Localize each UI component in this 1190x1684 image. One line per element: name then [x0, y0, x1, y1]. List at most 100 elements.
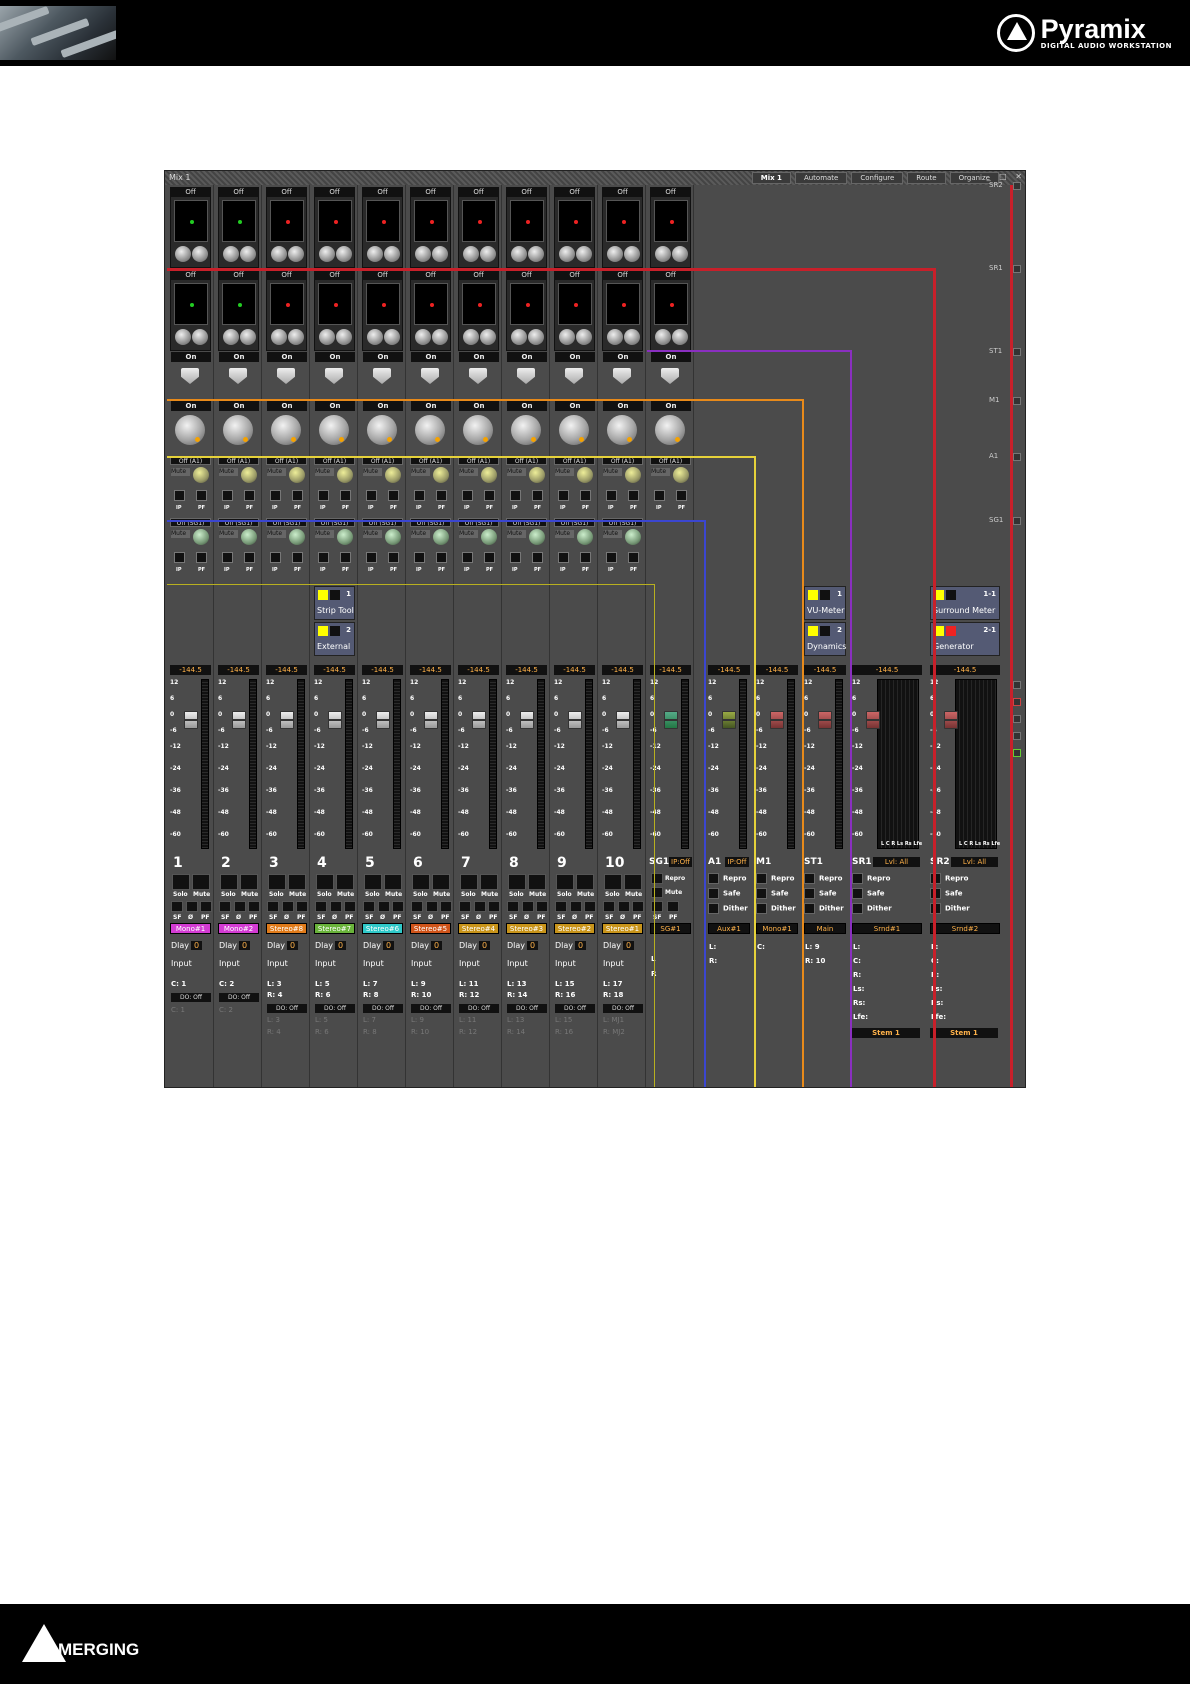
send-knob[interactable] [367, 246, 383, 262]
menu-item-configure[interactable]: Configure [851, 172, 904, 184]
level-all-badge[interactable]: Lvl: All [873, 857, 920, 867]
volume-fader[interactable] [520, 711, 534, 729]
volume-fader[interactable] [866, 711, 880, 729]
aux-pf-button[interactable] [676, 490, 687, 501]
aux-mute-label[interactable]: Mute [219, 530, 238, 538]
volume-fader[interactable] [664, 711, 678, 729]
mono-send-knob[interactable] [175, 415, 205, 445]
aux-mute-label[interactable]: Mute [651, 468, 670, 476]
insert-bypass-icon[interactable] [820, 626, 830, 636]
surround-panner[interactable] [558, 200, 592, 242]
aux-mute-label[interactable]: Mute [459, 530, 478, 538]
aux-send-knob[interactable] [481, 467, 497, 483]
stereo-send-on-label[interactable]: On [507, 352, 547, 362]
mono-send-knob[interactable] [655, 415, 685, 445]
delay-control[interactable]: Dlay 0 [219, 941, 251, 950]
aux-ip-button[interactable] [318, 490, 329, 501]
bus-option-repro[interactable]: Repro [852, 873, 890, 884]
send-knob[interactable] [672, 329, 688, 345]
input-assign[interactable]: R: 4 [267, 991, 283, 999]
aux-ip-button[interactable] [558, 490, 569, 501]
stem-badge[interactable]: Stem 1 [852, 1028, 920, 1038]
input-assign[interactable]: C: 1 [171, 980, 186, 988]
aux-pf-button[interactable] [292, 490, 303, 501]
insert-active-icon[interactable] [318, 626, 328, 636]
option-checkbox[interactable] [756, 888, 767, 899]
aux-send-knob[interactable] [241, 467, 257, 483]
direct-out-label[interactable]: DO: Off [315, 1004, 355, 1013]
stereo-send-on-label[interactable]: On [363, 352, 403, 362]
level-all-badge[interactable]: Lvl: All [951, 857, 998, 867]
bus-output-assign[interactable]: R: [709, 957, 717, 965]
surround-panner[interactable] [174, 200, 208, 242]
option-checkbox[interactable] [708, 888, 719, 899]
surround-panner[interactable] [318, 200, 352, 242]
send-state-label[interactable]: Off [171, 271, 210, 280]
input-assign[interactable]: R: 18 [603, 991, 623, 999]
bus-option-dither[interactable]: Dither [852, 903, 892, 914]
solo-button[interactable] [220, 874, 238, 890]
insert-slot[interactable]: 2 External [314, 622, 355, 656]
send-knob[interactable] [415, 329, 431, 345]
channel-name-badge[interactable]: Mono#1 [170, 923, 211, 934]
insert-slot[interactable]: 1-1 Surround Meter [930, 586, 1000, 620]
mute-button[interactable] [240, 874, 258, 890]
delay-value[interactable]: 0 [287, 941, 299, 950]
surround-panner[interactable] [270, 283, 304, 325]
ip-off-badge[interactable]: IP:Off [669, 857, 692, 867]
send-state-label[interactable]: Off [507, 188, 546, 197]
option-checkbox[interactable] [708, 903, 719, 914]
stereo-send-slider[interactable] [469, 368, 487, 384]
aux-send-knob[interactable] [673, 467, 689, 483]
send-knob[interactable] [192, 246, 208, 262]
stereo-send-on-label[interactable]: On [267, 352, 307, 362]
input-assign[interactable]: L: 9 [411, 980, 426, 988]
channel-option-button[interactable] [440, 901, 452, 912]
channel-option-button[interactable] [267, 901, 279, 912]
input-assign[interactable]: L: 17 [603, 980, 622, 988]
send-knob[interactable] [223, 329, 239, 345]
aux-ip-button[interactable] [174, 490, 185, 501]
aux-mute-label[interactable]: Mute [363, 530, 382, 538]
send-state-label[interactable]: Off [315, 271, 354, 280]
send-knob[interactable] [223, 246, 239, 262]
aux-send-knob[interactable] [193, 529, 209, 545]
volume-fader[interactable] [568, 711, 582, 729]
aux-mute-label[interactable]: Mute [315, 530, 334, 538]
mute-button[interactable] [336, 874, 354, 890]
send-knob[interactable] [624, 246, 640, 262]
aux-send-knob[interactable] [529, 529, 545, 545]
surround-panner[interactable] [222, 283, 256, 325]
channel-option-button[interactable] [632, 901, 644, 912]
stereo-send-slider[interactable] [661, 368, 679, 384]
mono-send-on-label[interactable]: On [603, 401, 643, 411]
aux-ip-button[interactable] [414, 490, 425, 501]
bus-badge[interactable]: SG#1 [650, 923, 691, 934]
send-state-label[interactable]: Off [171, 188, 210, 197]
aux-pf-button[interactable] [196, 490, 207, 501]
send-state-label[interactable]: Off [459, 188, 498, 197]
channel-name-badge[interactable]: Stereo#6 [362, 923, 403, 934]
send-knob[interactable] [672, 246, 688, 262]
mute-button[interactable] [651, 887, 663, 898]
option-checkbox[interactable] [852, 888, 863, 899]
output-assign[interactable]: L: 15 [555, 1016, 572, 1024]
send-knob[interactable] [319, 246, 335, 262]
send-knob[interactable] [607, 246, 623, 262]
mono-send-knob[interactable] [271, 415, 301, 445]
mono-send-knob[interactable] [367, 415, 397, 445]
output-assign[interactable]: R: MJ2 [603, 1028, 625, 1036]
stereo-send-slider[interactable] [229, 368, 247, 384]
aux-ip-button[interactable] [558, 552, 569, 563]
send-knob[interactable] [576, 246, 592, 262]
aux-send-knob[interactable] [433, 529, 449, 545]
send-knob[interactable] [655, 329, 671, 345]
aux-pf-button[interactable] [292, 552, 303, 563]
output-assign[interactable]: L: 3 [267, 1016, 280, 1024]
send-state-label[interactable]: Off [411, 188, 450, 197]
send-knob[interactable] [336, 329, 352, 345]
input-assign[interactable]: C: 2 [219, 980, 234, 988]
mono-send-on-label[interactable]: On [459, 401, 499, 411]
channel-name-badge[interactable]: Stereo#1 [602, 923, 643, 934]
channel-option-button[interactable] [315, 901, 327, 912]
